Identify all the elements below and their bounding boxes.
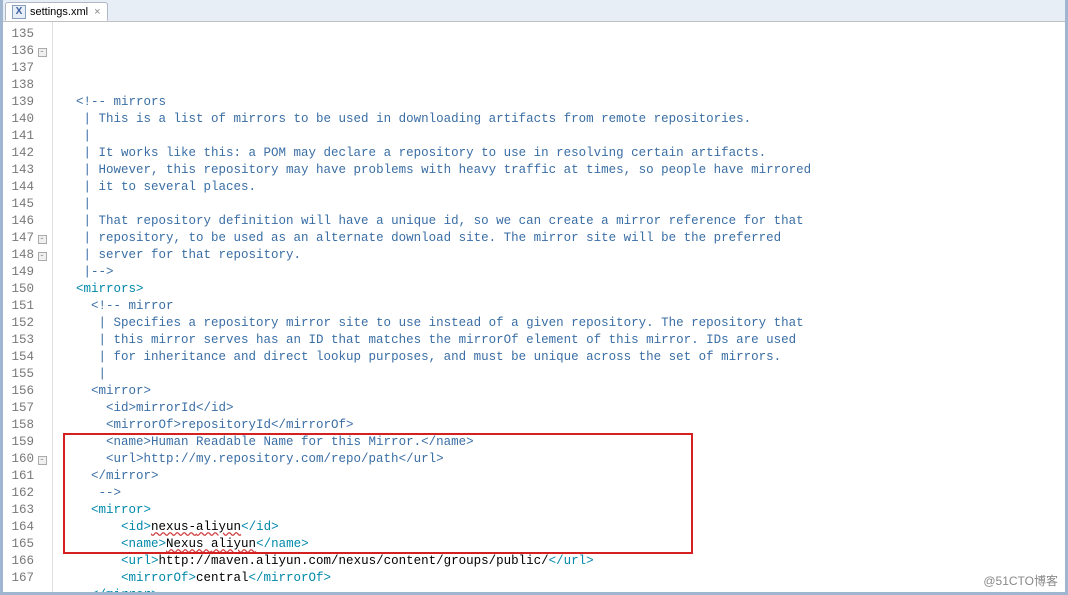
- line-number: 149: [9, 264, 34, 281]
- line-number: 159: [9, 434, 34, 451]
- line-number: 146: [9, 213, 34, 230]
- line-number: 139: [9, 94, 34, 111]
- line-number: 157: [9, 400, 34, 417]
- line-number: 154: [9, 349, 34, 366]
- code-line: | it to several places.: [61, 179, 1065, 196]
- code-line: | repository, to be used as an alternate…: [61, 230, 1065, 247]
- code-line: <mirror>: [61, 383, 1065, 400]
- watermark: @51CTO博客: [983, 572, 1058, 589]
- line-number: 147: [9, 230, 34, 247]
- tab-bar: X settings.xml ×: [3, 0, 1065, 22]
- line-number: 140: [9, 111, 34, 128]
- line-number: 165: [9, 536, 34, 553]
- line-number: 166: [9, 553, 34, 570]
- line-number: 156: [9, 383, 34, 400]
- line-number: 158: [9, 417, 34, 434]
- code-line: <!-- mirrors: [61, 94, 1065, 111]
- code-content[interactable]: <!-- mirrors | This is a list of mirrors…: [53, 22, 1065, 592]
- line-number: 150: [9, 281, 34, 298]
- code-line: | However, this repository may have prob…: [61, 162, 1065, 179]
- line-number: 143: [9, 162, 34, 179]
- line-number: 137: [9, 60, 34, 77]
- fold-marker-icon[interactable]: -: [38, 252, 47, 261]
- code-line: <!-- mirror: [61, 298, 1065, 315]
- code-line: <mirrors>: [61, 281, 1065, 298]
- line-number: 141: [9, 128, 34, 145]
- code-line: | That repository definition will have a…: [61, 213, 1065, 230]
- code-line: <name>Nexus aliyun</name>: [61, 536, 1065, 553]
- code-line: </mirror>: [61, 468, 1065, 485]
- code-line: | for inheritance and direct lookup purp…: [61, 349, 1065, 366]
- fold-marker-icon[interactable]: -: [38, 235, 47, 244]
- line-number: 148: [9, 247, 34, 264]
- line-number: 145: [9, 196, 34, 213]
- fold-marker-icon[interactable]: -: [38, 48, 47, 57]
- close-icon[interactable]: ×: [94, 6, 100, 18]
- line-number: 167: [9, 570, 34, 587]
- code-line: [61, 77, 1065, 94]
- line-number: 135: [9, 26, 34, 43]
- gutter: 1351361371381391401411421431441451461471…: [3, 22, 53, 592]
- tab-settings-xml[interactable]: X settings.xml ×: [5, 2, 108, 21]
- editor-window: X settings.xml × 13513613713813914014114…: [0, 0, 1068, 595]
- code-line: <url>http://maven.aliyun.com/nexus/conte…: [61, 553, 1065, 570]
- code-line: |-->: [61, 264, 1065, 281]
- code-line: |: [61, 196, 1065, 213]
- code-line: <mirrorOf>repositoryId</mirrorOf>: [61, 417, 1065, 434]
- xml-file-icon: X: [12, 5, 26, 19]
- code-line: <url>http://my.repository.com/repo/path<…: [61, 451, 1065, 468]
- code-line: <mirrorOf>central</mirrorOf>: [61, 570, 1065, 587]
- line-number: 152: [9, 315, 34, 332]
- line-number: 144: [9, 179, 34, 196]
- tab-label: settings.xml: [30, 6, 88, 18]
- line-number: 163: [9, 502, 34, 519]
- line-number: 161: [9, 468, 34, 485]
- line-number: 155: [9, 366, 34, 383]
- line-number: 151: [9, 298, 34, 315]
- line-number: 153: [9, 332, 34, 349]
- code-line: <id>nexus-aliyun</id>: [61, 519, 1065, 536]
- code-line: -->: [61, 485, 1065, 502]
- line-number: 142: [9, 145, 34, 162]
- line-number: 164: [9, 519, 34, 536]
- line-number: 162: [9, 485, 34, 502]
- code-line: <id>mirrorId</id>: [61, 400, 1065, 417]
- code-line: <mirror>: [61, 502, 1065, 519]
- line-number: 160: [9, 451, 34, 468]
- code-line: | server for that repository.: [61, 247, 1065, 264]
- fold-column: - - - -: [36, 26, 48, 588]
- code-line: | It works like this: a POM may declare …: [61, 145, 1065, 162]
- fold-marker-icon[interactable]: -: [38, 456, 47, 465]
- code-line: | this mirror serves has an ID that matc…: [61, 332, 1065, 349]
- code-line: | This is a list of mirrors to be used i…: [61, 111, 1065, 128]
- line-numbers: 1351361371381391401411421431441451461471…: [9, 26, 34, 588]
- code-line: | Specifies a repository mirror site to …: [61, 315, 1065, 332]
- line-number: 138: [9, 77, 34, 94]
- editor-area[interactable]: 1351361371381391401411421431441451461471…: [3, 22, 1065, 592]
- code-line: <name>Human Readable Name for this Mirro…: [61, 434, 1065, 451]
- line-number: 136: [9, 43, 34, 60]
- code-line: |: [61, 128, 1065, 145]
- code-line: </mirror>: [61, 587, 1065, 592]
- code-line: |: [61, 366, 1065, 383]
